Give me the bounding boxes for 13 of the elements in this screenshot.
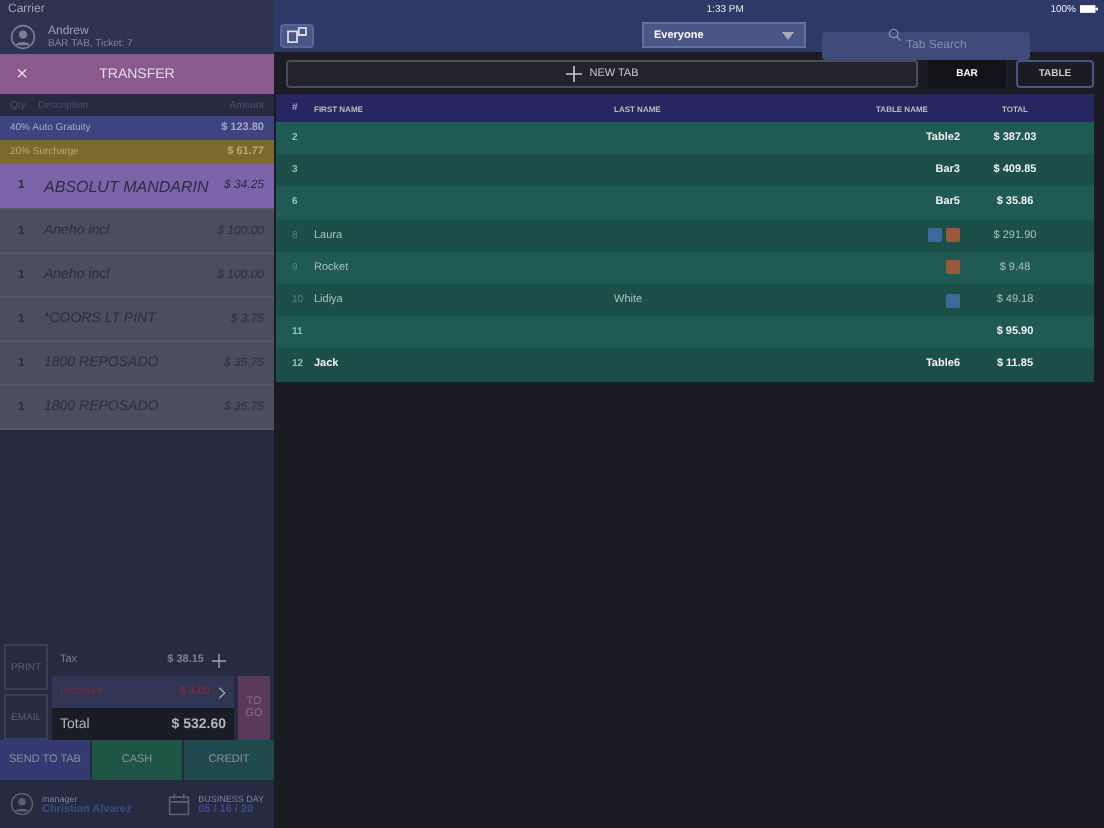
user-avatar-icon [10,24,36,50]
search-icon [888,28,902,42]
item-name: ABSOLUT MANDARIN [44,177,211,195]
table-layout-button[interactable] [280,23,314,47]
user-avatar-icon [10,792,34,816]
table-layout-icon [286,26,308,44]
caret-icon [782,31,794,39]
battery-icon [1079,4,1098,14]
close-button[interactable]: × [0,63,44,85]
plus-icon[interactable] [212,653,226,667]
calendar-icon [168,793,191,815]
plus-icon [565,66,582,82]
chevron-right-icon [218,685,226,699]
